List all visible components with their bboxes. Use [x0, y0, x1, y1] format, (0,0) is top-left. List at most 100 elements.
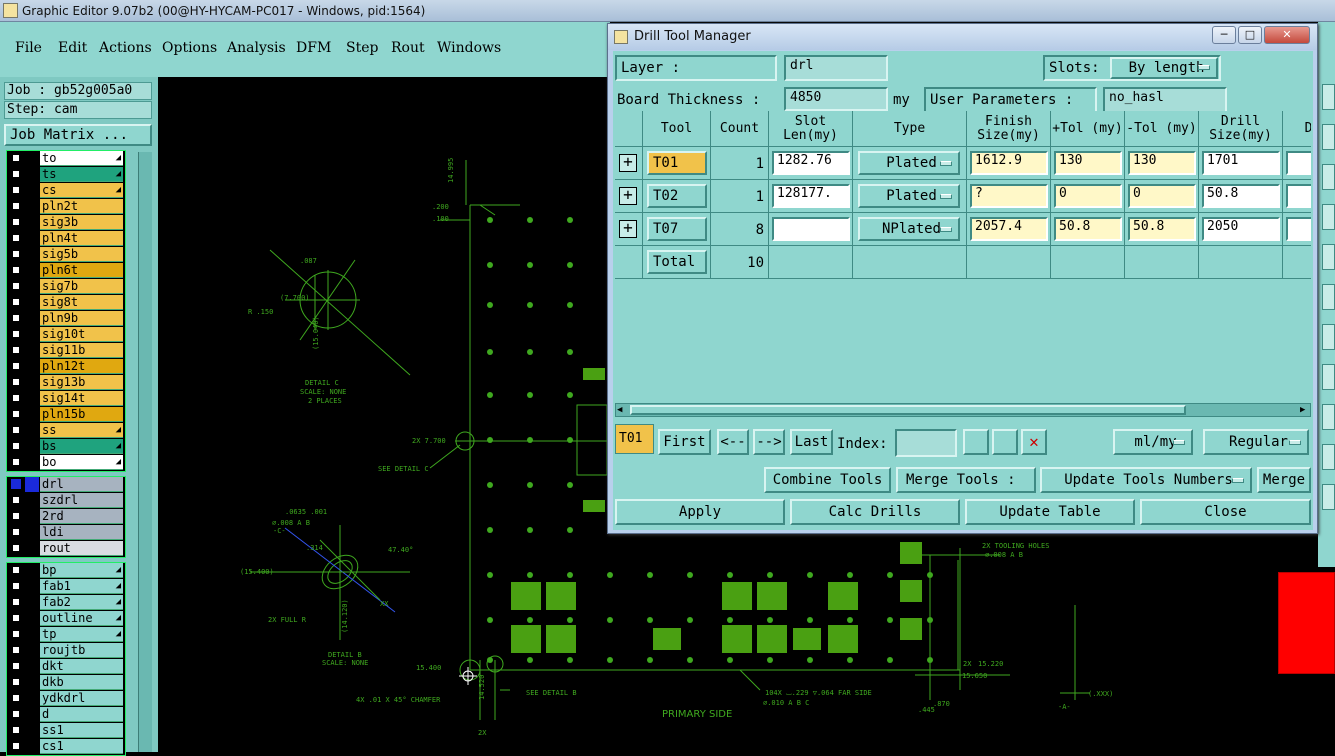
layer-name[interactable]: pln4t: [40, 231, 123, 246]
close-button[interactable]: Close: [1140, 499, 1311, 525]
layer-row-sig5b[interactable]: sig5b: [8, 247, 123, 262]
layer-row-cs[interactable]: cs ◢: [8, 183, 123, 198]
layer-row-dkb[interactable]: dkb: [8, 675, 123, 690]
menu-edit[interactable]: Edit: [58, 40, 87, 56]
layer-row-ts[interactable]: ts ◢: [8, 167, 123, 182]
layer-name[interactable]: bs ◢: [40, 439, 123, 454]
layer-checkbox[interactable]: [11, 297, 21, 307]
layer-row-bs[interactable]: bs ◢: [8, 439, 123, 454]
layer-name[interactable]: 2rd: [40, 509, 123, 524]
toolbar-icon[interactable]: [1322, 444, 1335, 470]
first-button[interactable]: First: [658, 429, 711, 455]
layer-name[interactable]: d: [40, 707, 123, 722]
layer-row-2rd[interactable]: 2rd: [8, 509, 123, 524]
layer-checkbox[interactable]: [11, 457, 21, 467]
layer-row-tp[interactable]: tp ◢: [8, 627, 123, 642]
layer-checkbox[interactable]: [11, 441, 21, 451]
layer-name[interactable]: outline ◢: [40, 611, 123, 626]
layer-input[interactable]: drl: [784, 55, 888, 81]
slot-len-input[interactable]: 128177.: [772, 184, 850, 208]
layer-checkbox[interactable]: [11, 409, 21, 419]
layer-checkbox[interactable]: [11, 565, 21, 575]
expand-icon[interactable]: +: [619, 220, 637, 238]
layer-name[interactable]: roujtb: [40, 643, 123, 658]
layer-name[interactable]: pln12t: [40, 359, 123, 374]
layer-name[interactable]: ldi: [40, 525, 123, 540]
toolbar-icon[interactable]: [1322, 404, 1335, 430]
toolbar-icon[interactable]: [1322, 244, 1335, 270]
layer-name[interactable]: sig14t: [40, 391, 123, 406]
layer-name[interactable]: sig8t: [40, 295, 123, 310]
layer-checkbox[interactable]: [11, 217, 21, 227]
slot-len-input[interactable]: 1282.76: [772, 151, 850, 175]
menu-analysis[interactable]: Analysis: [227, 40, 286, 56]
slot-len-input[interactable]: [772, 217, 850, 241]
type-select[interactable]: Plated: [858, 184, 960, 208]
layer-row-to[interactable]: to ◢: [8, 151, 123, 166]
toolbar-icon[interactable]: [1322, 484, 1335, 510]
layer-row-pln12t[interactable]: pln12t: [8, 359, 123, 374]
layer-checkbox[interactable]: [11, 281, 21, 291]
layer-name[interactable]: fab2 ◢: [40, 595, 123, 610]
layer-name[interactable]: dkb: [40, 675, 123, 690]
layer-row-sig10t[interactable]: sig10t: [8, 327, 123, 342]
graphics-canvas[interactable]: [158, 77, 608, 752]
type-select[interactable]: NPlated: [858, 217, 960, 241]
layer-row-pln2t[interactable]: pln2t: [8, 199, 123, 214]
minimize-icon[interactable]: ─: [1212, 26, 1236, 44]
layer-name[interactable]: rout: [40, 541, 123, 556]
plus-tol-input[interactable]: 0: [1054, 184, 1122, 208]
layer-name[interactable]: szdrl: [40, 493, 123, 508]
merge-button[interactable]: Merge: [1257, 467, 1311, 493]
toolbar-icon[interactable]: [1322, 284, 1335, 310]
layer-row-sig7b[interactable]: sig7b: [8, 279, 123, 294]
layer-checkbox[interactable]: [11, 613, 21, 623]
toolbar-icon[interactable]: [1322, 364, 1335, 390]
layer-row-outline[interactable]: outline ◢: [8, 611, 123, 626]
plus-tol-input[interactable]: 130: [1054, 151, 1122, 175]
minus-tol-input[interactable]: 0: [1128, 184, 1196, 208]
plus-tol-input[interactable]: 50.8: [1054, 217, 1122, 241]
layer-name[interactable]: fab1 ◢: [40, 579, 123, 594]
tool-button[interactable]: T02: [647, 184, 707, 208]
layer-checkbox[interactable]: [11, 345, 21, 355]
layer-checkbox[interactable]: [11, 677, 21, 687]
layer-checkbox[interactable]: [11, 265, 21, 275]
layer-checkbox[interactable]: [11, 313, 21, 323]
prev-button[interactable]: <--: [717, 429, 749, 455]
index-input[interactable]: [895, 429, 957, 457]
units-select[interactable]: ml/my: [1113, 429, 1193, 455]
layer-checkbox[interactable]: [11, 661, 21, 671]
finish-size-input[interactable]: 1612.9: [970, 151, 1048, 175]
layer-checkbox[interactable]: [11, 185, 21, 195]
layer-checkbox[interactable]: [11, 495, 21, 505]
layer-row-sig8t[interactable]: sig8t: [8, 295, 123, 310]
layer-name[interactable]: sig7b: [40, 279, 123, 294]
layer-name[interactable]: sig11b: [40, 343, 123, 358]
layer-name[interactable]: pln15b: [40, 407, 123, 422]
layer-row-ss1[interactable]: ss1: [8, 723, 123, 738]
layer-checkbox[interactable]: [11, 725, 21, 735]
expand-icon[interactable]: +: [619, 154, 637, 172]
layer-row-sig3b[interactable]: sig3b: [8, 215, 123, 230]
layer-name[interactable]: pln2t: [40, 199, 123, 214]
layer-row-ss[interactable]: ss ◢: [8, 423, 123, 438]
layer-checkbox[interactable]: [11, 741, 21, 751]
layer-row-ldi[interactable]: ldi: [8, 525, 123, 540]
next-button[interactable]: -->: [753, 429, 785, 455]
toolbar-icon[interactable]: [1322, 204, 1335, 230]
toolbar-icon[interactable]: [1322, 164, 1335, 190]
layer-checkbox[interactable]: [11, 169, 21, 179]
user-parameters-button[interactable]: User Parameters :: [924, 87, 1097, 113]
layer-checkbox[interactable]: [11, 597, 21, 607]
layer-name[interactable]: to ◢: [40, 151, 123, 166]
close-icon[interactable]: ✕: [1264, 26, 1310, 44]
layer-checkbox[interactable]: [11, 511, 21, 521]
layer-checkbox[interactable]: [11, 527, 21, 537]
layer-row-drl[interactable]: drl: [8, 477, 123, 492]
menu-file[interactable]: File: [15, 40, 42, 56]
drill-size-input[interactable]: 2050: [1202, 217, 1280, 241]
delete-icon[interactable]: ✕: [1021, 429, 1047, 455]
layer-row-bp[interactable]: bp ◢: [8, 563, 123, 578]
scroll-thumb[interactable]: [630, 405, 1186, 415]
